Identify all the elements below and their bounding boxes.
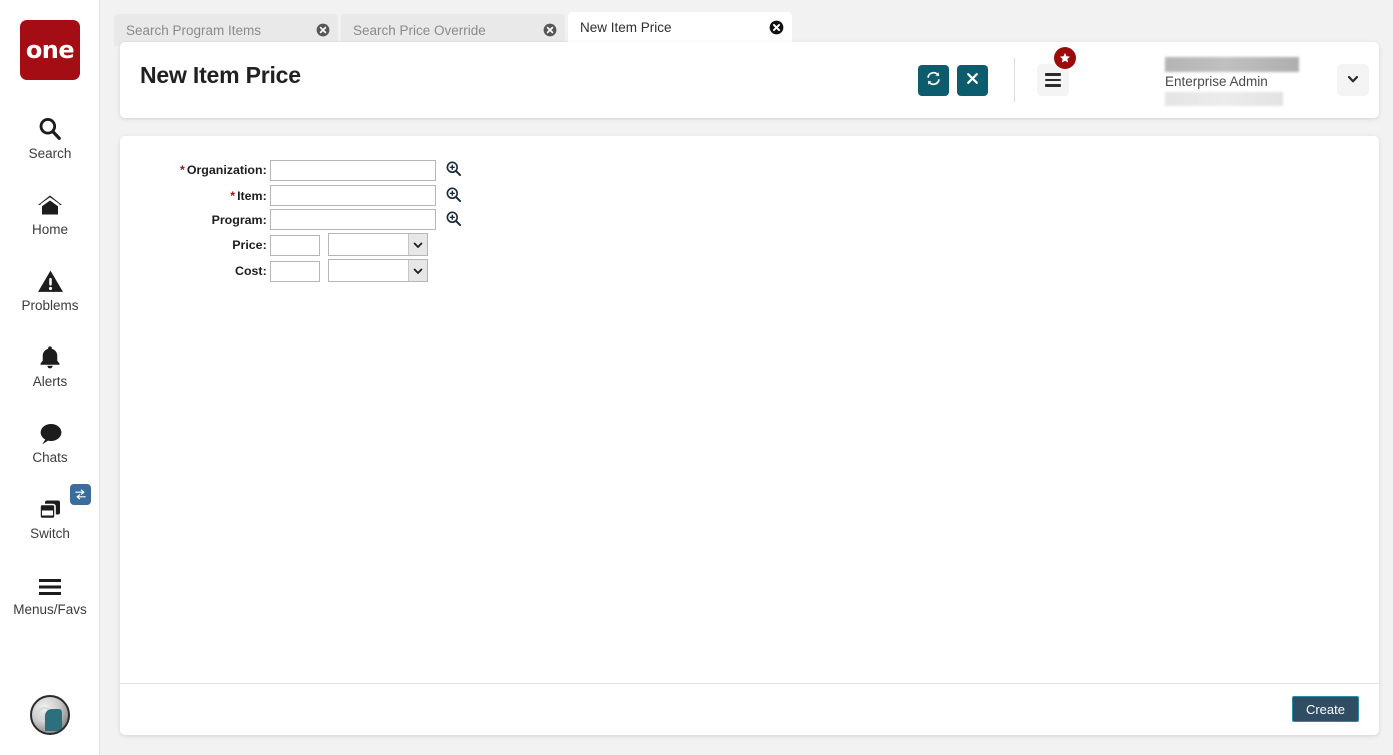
form-row-price: Price: <box>180 230 463 257</box>
swap-arrows-icon[interactable] <box>70 484 91 505</box>
sidebar-nav-list: Search Home Problems Alerts Chats Switch… <box>0 98 100 630</box>
price-currency-select[interactable] <box>328 233 429 257</box>
redacted-username <box>1165 57 1299 72</box>
tab-label: Search Price Override <box>353 22 486 38</box>
program-input[interactable] <box>269 209 436 231</box>
item-price-form: * Organization: * Item: Program: Price: … <box>180 158 463 283</box>
cost-currency-select[interactable] <box>328 259 429 283</box>
organization-label: * Organization: <box>180 163 267 177</box>
cost-field-cell <box>269 256 463 283</box>
organization-field-cell <box>269 158 463 182</box>
item-input[interactable] <box>269 185 436 207</box>
bell-icon <box>34 340 66 370</box>
form-row-item: * Item: <box>180 182 463 207</box>
item-field-cell <box>269 182 463 207</box>
user-info-block[interactable]: Enterprise Admin <box>1147 48 1337 112</box>
chat-bubble-icon <box>34 416 66 446</box>
magnifier-plus-icon <box>445 186 462 206</box>
user-menu-dropdown-button[interactable] <box>1337 64 1369 96</box>
brand-logo-text: one <box>25 36 75 64</box>
brand-logo[interactable]: one <box>20 20 80 80</box>
tab-label: New Item Price <box>580 20 672 35</box>
sidebar-item-alerts[interactable]: Alerts <box>0 326 100 402</box>
form-area: * Organization: * Item: Program: Price: … <box>120 136 1379 685</box>
sidebar-item-search[interactable]: Search <box>0 98 100 174</box>
search-icon <box>34 112 66 142</box>
tab-new-item-price[interactable]: New Item Price <box>568 12 792 46</box>
required-asterisk: * <box>230 188 236 203</box>
star-icon[interactable] <box>1054 47 1076 69</box>
warning-triangle-icon <box>34 264 66 294</box>
sidebar-item-switch[interactable]: Switch <box>0 478 100 554</box>
cost-input[interactable] <box>269 260 320 282</box>
close-circle-icon[interactable] <box>315 23 330 38</box>
sidebar-item-problems[interactable]: Problems <box>0 250 100 326</box>
item-label: * Item: <box>230 188 267 203</box>
hamburger-icon <box>34 568 66 598</box>
required-asterisk: * <box>180 163 185 177</box>
left-sidebar: one Search Home Problems Alerts Chats Sw… <box>0 0 100 755</box>
sidebar-item-menus-favs[interactable]: Menus/Favs <box>0 554 100 630</box>
form-row-cost: Cost: <box>180 256 463 283</box>
price-field-cell <box>269 230 463 257</box>
close-circle-icon[interactable] <box>542 23 557 38</box>
form-footer: Create <box>120 683 1379 735</box>
tab-label: Search Program Items <box>126 22 262 38</box>
refresh-button[interactable] <box>918 64 949 96</box>
hamburger-menu-icon <box>1045 70 1061 90</box>
header-actions: Enterprise Admin <box>910 42 1369 118</box>
sidebar-item-chats[interactable]: Chats <box>0 402 100 478</box>
program-field-cell <box>269 206 463 231</box>
header-divider <box>1014 58 1015 102</box>
organization-input[interactable] <box>269 159 436 181</box>
form-row-organization: * Organization: <box>180 158 463 182</box>
home-icon <box>34 188 66 218</box>
menu-button-wrapper <box>1037 47 1076 96</box>
organization-lookup-button[interactable] <box>443 159 463 180</box>
sidebar-item-home[interactable]: Home <box>0 174 100 250</box>
sidebar-item-label: Alerts <box>32 373 68 389</box>
close-window-button[interactable] <box>957 64 988 96</box>
sidebar-item-label: Switch <box>30 525 70 541</box>
close-circle-icon[interactable] <box>769 20 784 35</box>
user-role-label: Enterprise Admin <box>1165 74 1268 89</box>
program-lookup-button[interactable] <box>443 209 463 230</box>
sidebar-item-label: Home <box>31 221 68 237</box>
sidebar-item-label: Search <box>28 145 72 161</box>
create-button[interactable]: Create <box>1291 696 1359 722</box>
windows-stack-icon <box>34 492 66 522</box>
magnifier-plus-icon <box>445 160 462 180</box>
redacted-organization <box>1165 92 1283 106</box>
sidebar-item-label: Problems <box>21 297 79 313</box>
chevron-down-icon <box>1346 72 1360 89</box>
tab-bar: Search Program Items Search Price Overri… <box>100 0 1393 46</box>
program-label: Program: <box>211 212 267 227</box>
close-x-icon <box>965 71 980 89</box>
cost-currency-select-wrapper <box>328 259 429 283</box>
page-header-card: New Item Price Enterprise Admin <box>120 42 1379 118</box>
price-currency-select-wrapper <box>328 233 429 257</box>
price-input[interactable] <box>269 234 320 256</box>
price-label: Price: <box>232 237 267 252</box>
cost-label: Cost: <box>235 263 267 278</box>
item-lookup-button[interactable] <box>443 185 463 206</box>
sidebar-item-label: Chats <box>32 449 68 465</box>
avatar-head <box>45 709 62 731</box>
user-avatar[interactable] <box>30 695 70 735</box>
magnifier-plus-icon <box>445 210 462 230</box>
form-card: * Organization: * Item: Program: Price: … <box>120 136 1379 735</box>
refresh-sync-icon <box>925 70 942 90</box>
sidebar-item-label: Menus/Favs <box>13 601 87 617</box>
form-row-program: Program: <box>180 206 463 231</box>
app-root: one Search Home Problems Alerts Chats Sw… <box>0 0 1393 755</box>
page-title: New Item Price <box>140 62 301 88</box>
